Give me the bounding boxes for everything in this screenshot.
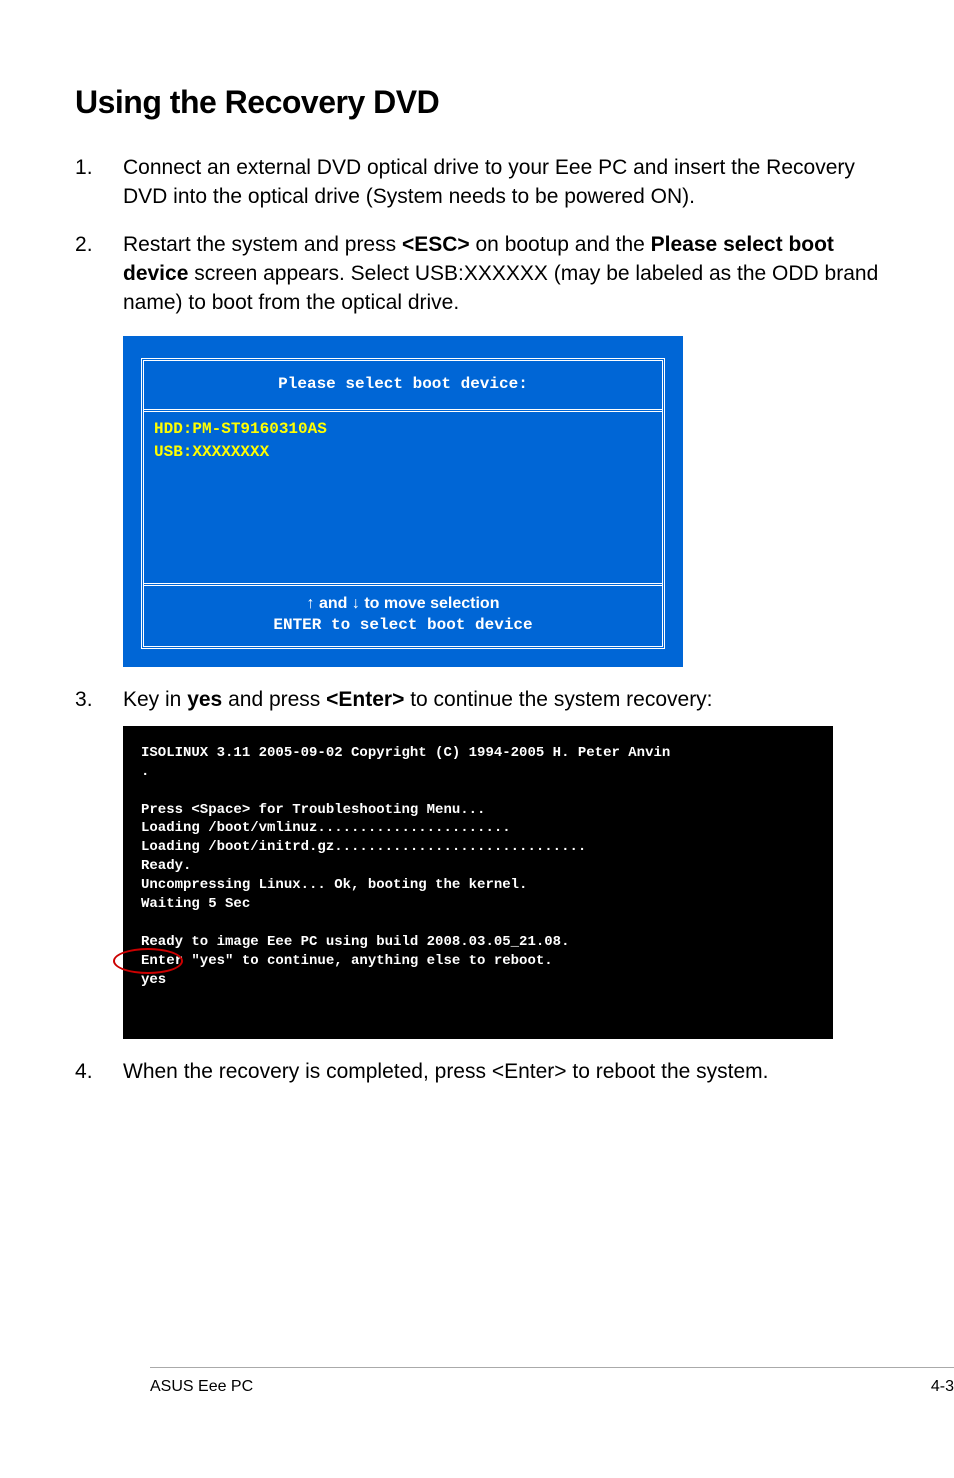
term-line3: Loading /boot/vmlinuz...................… xyxy=(141,820,511,836)
bios-title: Please select boot device: xyxy=(144,361,662,412)
terminal-screenshot: ISOLINUX 3.11 2005-09-02 Copyright (C) 1… xyxy=(123,726,833,1040)
step-4: When the recovery is completed, press <E… xyxy=(75,1057,879,1086)
step-3-enter: <Enter> xyxy=(326,688,404,711)
footer-right: 4-3 xyxy=(931,1376,954,1398)
step-3-yes: yes xyxy=(187,688,222,711)
bios-inner: Please select boot device: HDD:PM-ST9160… xyxy=(141,358,665,649)
step-1-text: Connect an external DVD optical drive to… xyxy=(123,156,855,208)
step-3-text-a: Key in xyxy=(123,688,187,711)
step-2-text-c: screen appears. Select USB:XXXXXX (may b… xyxy=(123,262,878,314)
step-3: Key in yes and press <Enter> to continue… xyxy=(75,685,879,1040)
step-3-text-c: to continue the system recovery: xyxy=(404,688,712,711)
bios-device-hdd: HDD:PM-ST9160310AS xyxy=(154,418,652,440)
term-line7: Waiting 5 Sec xyxy=(141,896,250,912)
bios-screenshot: Please select boot device: HDD:PM-ST9160… xyxy=(123,336,683,667)
term-dot: . xyxy=(141,764,149,780)
page-footer: ASUS Eee PC 4-3 xyxy=(150,1367,954,1398)
step-2: Restart the system and press <ESC> on bo… xyxy=(75,230,879,667)
step-1: Connect an external DVD optical drive to… xyxy=(75,153,879,212)
bios-footer: ↑ and ↓ to move selection ENTER to selec… xyxy=(144,586,662,646)
bios-device-list: HDD:PM-ST9160310AS USB:XXXXXXXX xyxy=(144,412,662,586)
term-line4: Loading /boot/initrd.gz.................… xyxy=(141,839,586,855)
step-3-text-b: and press xyxy=(222,688,326,711)
footer-left: ASUS Eee PC xyxy=(150,1376,253,1398)
step-2-esc: <ESC> xyxy=(402,233,470,256)
term-line1: ISOLINUX 3.11 2005-09-02 Copyright (C) 1… xyxy=(141,745,670,761)
bios-device-usb: USB:XXXXXXXX xyxy=(154,441,652,463)
page-heading: Using the Recovery DVD xyxy=(75,80,879,125)
instruction-list: Connect an external DVD optical drive to… xyxy=(75,153,879,1087)
term-line9: Enter "yes" to continue, anything else t… xyxy=(141,953,553,969)
bios-footer-line1: ↑ and ↓ to move selection xyxy=(307,595,500,612)
step-2-text-a: Restart the system and press xyxy=(123,233,402,256)
step-2-text-b: on bootup and the xyxy=(470,233,651,256)
terminal-container: ISOLINUX 3.11 2005-09-02 Copyright (C) 1… xyxy=(123,726,879,1040)
term-line2: Press <Space> for Troubleshooting Menu..… xyxy=(141,802,485,818)
term-line6: Uncompressing Linux... Ok, booting the k… xyxy=(141,877,527,893)
bios-footer-line2: ENTER to select boot device xyxy=(273,616,532,634)
term-line10: yes xyxy=(141,972,166,988)
step-4-text: When the recovery is completed, press <E… xyxy=(123,1060,768,1083)
term-line8: Ready to image Eee PC using build 2008.0… xyxy=(141,934,569,950)
term-line5: Ready. xyxy=(141,858,191,874)
